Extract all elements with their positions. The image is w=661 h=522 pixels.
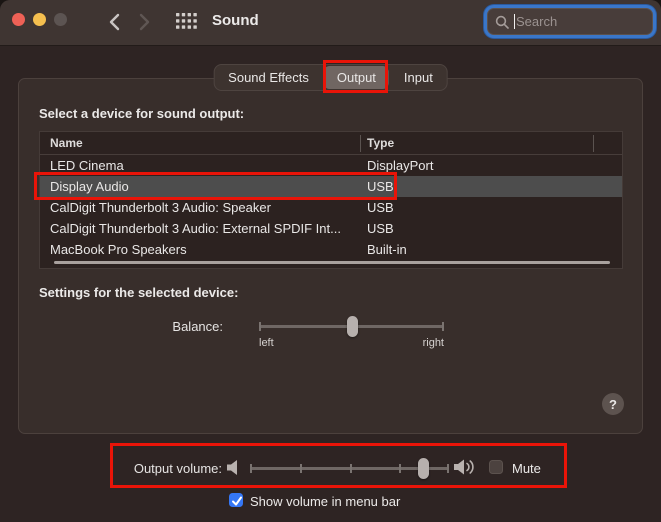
tab-sound-effects[interactable]: Sound Effects	[215, 66, 322, 89]
balance-slider-thumb[interactable]	[346, 316, 358, 337]
show-all-button[interactable]	[176, 13, 197, 35]
text-caret	[514, 14, 515, 29]
tab-output[interactable]: Output	[323, 66, 389, 89]
table-row[interactable]: MacBook Pro Speakers Built-in	[40, 239, 622, 260]
device-type: USB	[367, 200, 394, 215]
tab-bar: Sound Effects Output Input	[213, 64, 448, 91]
table-row[interactable]: Display Audio USB	[40, 176, 622, 197]
column-divider	[593, 135, 594, 152]
question-mark-icon: ?	[609, 396, 617, 412]
minimize-button[interactable]	[33, 13, 46, 26]
column-header-type[interactable]: Type	[367, 136, 394, 150]
sound-preferences-window: Sound Search Sound Effects Output Input …	[0, 0, 661, 522]
output-tab-panel: Select a device for sound output: Name T…	[18, 78, 643, 434]
slider-tick	[442, 322, 444, 331]
forward-button[interactable]	[131, 9, 157, 35]
horizontal-scrollbar[interactable]	[54, 261, 610, 264]
zoom-button	[54, 13, 67, 26]
tab-input[interactable]: Input	[391, 66, 446, 89]
balance-slider[interactable]	[259, 316, 444, 337]
device-name: Display Audio	[50, 179, 129, 194]
page-title: Sound	[212, 12, 259, 29]
speaker-high-icon	[454, 458, 478, 481]
search-icon	[495, 15, 509, 29]
balance-left-label: left	[259, 337, 274, 349]
settings-label: Settings for the selected device:	[39, 285, 239, 300]
output-volume-slider[interactable]	[250, 458, 449, 479]
slider-tick	[349, 464, 352, 473]
output-volume-label: Output volume:	[133, 461, 222, 476]
table-row[interactable]: LED Cinema DisplayPort	[40, 155, 622, 176]
back-button[interactable]	[101, 9, 127, 35]
grid-icon	[176, 13, 197, 29]
show-volume-checkbox[interactable]	[229, 493, 243, 507]
select-device-label: Select a device for sound output:	[39, 106, 245, 121]
search-placeholder: Search	[516, 14, 558, 29]
toolbar: Sound Search	[0, 0, 661, 46]
device-type: USB	[367, 221, 394, 236]
slider-tick	[447, 464, 449, 473]
slider-tick	[399, 464, 402, 473]
balance-label: Balance:	[172, 319, 223, 334]
speaker-low-icon	[227, 459, 242, 481]
volume-slider-thumb[interactable]	[418, 458, 430, 479]
column-divider	[360, 135, 361, 152]
check-icon	[232, 496, 242, 506]
slider-tick	[299, 464, 302, 473]
device-name: CalDigit Thunderbolt 3 Audio: External S…	[50, 221, 341, 236]
device-name: CalDigit Thunderbolt 3 Audio: Speaker	[50, 200, 271, 215]
slider-tick	[259, 322, 261, 331]
table-header: Name Type	[40, 132, 622, 155]
chevron-right-icon	[139, 13, 149, 31]
search-input[interactable]: Search	[487, 8, 653, 35]
mute-label: Mute	[512, 461, 541, 476]
device-type: USB	[367, 179, 394, 194]
balance-right-label: right	[422, 337, 444, 349]
chevron-left-icon	[109, 13, 119, 31]
device-name: MacBook Pro Speakers	[50, 242, 187, 257]
device-type: Built-in	[367, 242, 407, 257]
mute-checkbox[interactable]	[489, 460, 503, 474]
help-button[interactable]: ?	[602, 393, 624, 415]
output-device-table: Name Type LED Cinema DisplayPort Display…	[39, 131, 623, 269]
slider-tick	[250, 464, 252, 473]
column-header-name[interactable]: Name	[50, 136, 83, 150]
device-type: DisplayPort	[367, 158, 434, 173]
show-volume-label: Show volume in menu bar	[250, 494, 401, 509]
device-name: LED Cinema	[50, 158, 124, 173]
table-row[interactable]: CalDigit Thunderbolt 3 Audio: External S…	[40, 218, 622, 239]
table-row[interactable]: CalDigit Thunderbolt 3 Audio: Speaker US…	[40, 197, 622, 218]
close-button[interactable]	[12, 13, 25, 26]
